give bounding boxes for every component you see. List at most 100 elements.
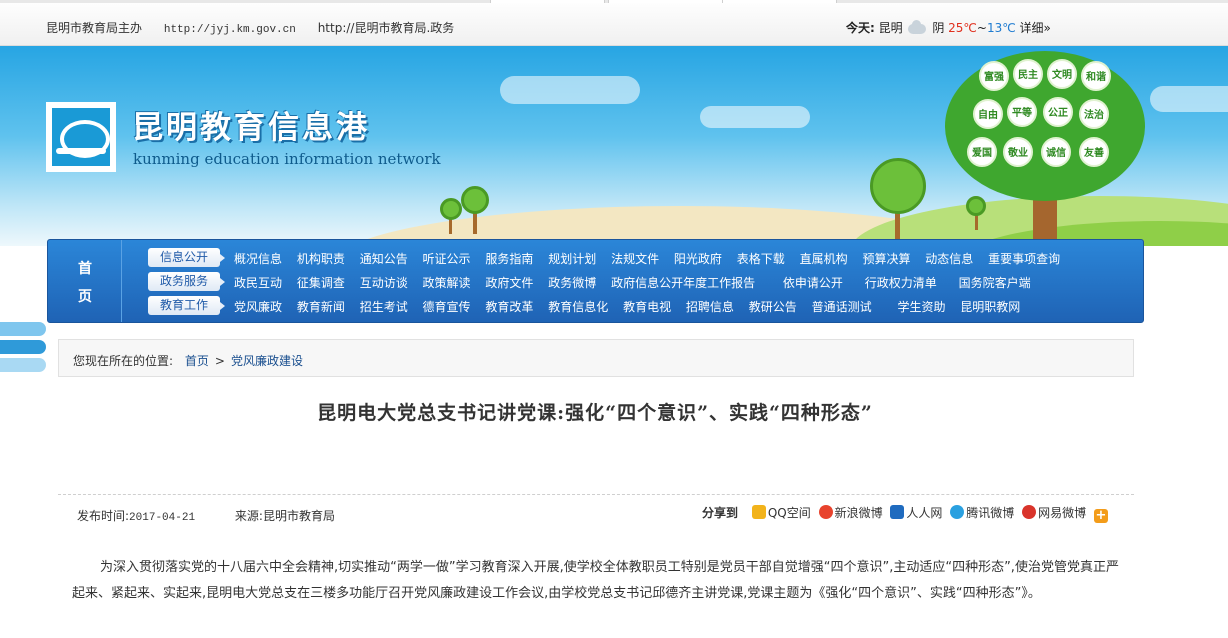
value-badge: 爱国 <box>967 137 997 167</box>
nav-link[interactable]: 阳光政府 <box>674 252 722 266</box>
nav-links: 概况信息 机构职责 通知公告 听证公示 服务指南 规划计划 法规文件 阳光政府 … <box>234 250 1071 267</box>
nav-link[interactable]: 预算决算 <box>862 252 910 266</box>
nav-link[interactable]: 听证公示 <box>423 252 471 266</box>
nav-category-service[interactable]: 政务服务 <box>148 272 225 291</box>
tencent-weibo-icon <box>950 505 965 519</box>
nav-links: 党风廉政 教育新闻 招生考试 德育宣传 教育改革 教育信息化 教育电视 招聘信息… <box>234 298 1031 315</box>
weibo-icon <box>818 505 833 519</box>
share-bar: 分享到 QQ空间 新浪微博 人人网 腾讯微博 网易微博 + <box>702 504 1110 523</box>
weather-widget: 今天: 昆明 阴 25℃~13℃ 详细» <box>846 19 1051 36</box>
value-badge: 法治 <box>1079 99 1109 129</box>
share-weibo-button[interactable]: 新浪微博 <box>818 505 883 520</box>
tab-segment <box>490 0 605 3</box>
date-label: 发布时间: <box>77 509 130 523</box>
value-badge: 公正 <box>1043 97 1073 127</box>
tab-segment <box>722 0 837 3</box>
nav-link[interactable]: 概况信息 <box>234 252 282 266</box>
share-tencent-weibo-button[interactable]: 腾讯微博 <box>950 505 1015 520</box>
nav-link[interactable]: 政务微博 <box>548 276 596 290</box>
article-title: 昆明电大党总支书记讲党课:强化“四个意识”、实践“四种形态” <box>317 402 873 424</box>
breadcrumb: 您现在所在的位置: 首页 > 党风廉政建设 <box>58 339 1134 377</box>
brand-title: 昆明教育信息港 <box>132 110 370 146</box>
tab-segment <box>608 0 723 3</box>
share-qzone-label: QQ空间 <box>767 506 811 520</box>
breadcrumb-arrow: > <box>214 354 225 368</box>
nav-link[interactable]: 教育电视 <box>623 300 671 314</box>
nav-link[interactable]: 教育新闻 <box>297 300 345 314</box>
share-qzone-button[interactable]: QQ空间 <box>751 505 811 520</box>
nav-link[interactable]: 直属机构 <box>800 252 848 266</box>
publish-date: 2017-04-21 <box>129 512 196 524</box>
nav-link[interactable]: 政府文件 <box>485 276 533 290</box>
nav-link[interactable]: 国务院客户端 <box>959 276 1031 290</box>
share-tencent-label: 腾讯微博 <box>966 506 1015 520</box>
nav-link[interactable]: 表格下载 <box>737 252 785 266</box>
nav-link[interactable]: 招聘信息 <box>686 300 734 314</box>
site-logo-icon[interactable] <box>46 102 116 172</box>
weather-condition: 阴 <box>932 21 945 35</box>
nav-link[interactable]: 德育宣传 <box>423 300 471 314</box>
nav-home-button[interactable]: 首 页 <box>48 240 122 322</box>
nav-link[interactable]: 教育改革 <box>485 300 533 314</box>
share-renren-label: 人人网 <box>906 506 943 520</box>
brand-subtitle: kunming education information network <box>133 150 441 168</box>
share-netease-weibo-button[interactable]: 网易微博 <box>1022 505 1087 520</box>
share-netease-label: 网易微博 <box>1038 506 1087 520</box>
value-badge: 诚信 <box>1041 137 1071 167</box>
temp-low: 13℃ <box>986 21 1016 35</box>
nav-link[interactable]: 互动访谈 <box>360 276 408 290</box>
nav-link[interactable]: 机构职责 <box>297 252 345 266</box>
value-badge: 敬业 <box>1003 137 1033 167</box>
cloud-decoration <box>500 76 640 104</box>
nav-link[interactable]: 重要事项查询 <box>988 252 1060 266</box>
share-renren-button[interactable]: 人人网 <box>890 505 943 520</box>
nav-link[interactable]: 征集调查 <box>297 276 345 290</box>
nav-link[interactable]: 党风廉政 <box>234 300 282 314</box>
nav-link[interactable]: 普通话测试 <box>812 300 872 314</box>
breadcrumb-prefix: 您现在所在的位置: <box>73 354 174 368</box>
value-badge: 平等 <box>1007 97 1037 127</box>
nav-link[interactable]: 政府信息公开年度工作报告 <box>611 276 755 290</box>
home-label-1: 首 <box>78 261 92 277</box>
article-body: 为深入贯彻落实党的十八届六中全会精神,切实推动“两学一做”学习教育深入开展,使学… <box>72 560 1119 601</box>
host-text: 昆明市教育局主办 <box>46 21 143 35</box>
weather-city: 昆明 <box>878 21 903 35</box>
temp-sep: ~ <box>976 21 987 35</box>
share-weibo-label: 新浪微博 <box>834 506 883 520</box>
nav-category-info[interactable]: 信息公开 <box>148 248 225 267</box>
breadcrumb-current-link[interactable]: 党风廉政建设 <box>231 354 303 368</box>
core-values-tree: 富强 民主 文明 和谐 自由 平等 公正 法治 爱国 敬业 诚信 友善 <box>945 51 1145 246</box>
article-source: 昆明市教育局 <box>262 509 335 523</box>
gov-domain-link[interactable]: http://昆明市教育局.政务 <box>318 21 455 35</box>
nav-link[interactable]: 教研公告 <box>749 300 797 314</box>
weather-label: 今天: <box>846 21 875 35</box>
value-badge: 富强 <box>979 61 1009 91</box>
nav-link[interactable]: 教育信息化 <box>548 300 608 314</box>
breadcrumb-home-link[interactable]: 首页 <box>185 354 209 368</box>
browser-tab-strip <box>0 0 1228 3</box>
nav-link[interactable]: 行政权力清单 <box>865 276 937 290</box>
nav-link[interactable]: 政策解读 <box>423 276 471 290</box>
nav-link[interactable]: 法规文件 <box>611 252 659 266</box>
nav-link[interactable]: 招生考试 <box>360 300 408 314</box>
nav-link[interactable]: 昆明职教网 <box>960 300 1020 314</box>
nav-link[interactable]: 动态信息 <box>925 252 973 266</box>
nav-link[interactable]: 学生资助 <box>897 300 945 314</box>
nav-link[interactable]: 规划计划 <box>548 252 596 266</box>
nav-link[interactable]: 依申请公开 <box>783 276 843 290</box>
weather-detail-link[interactable]: 详细» <box>1020 21 1051 35</box>
share-more-icon[interactable]: + <box>1093 509 1108 523</box>
divider <box>58 494 1134 495</box>
header-banner: 昆明教育信息港 kunming education information ne… <box>0 46 1228 246</box>
temp-high: 25℃ <box>948 21 977 35</box>
nav-link[interactable]: 通知公告 <box>360 252 408 266</box>
article-meta: 发布时间:2017-04-21 来源:昆明市教育局 <box>77 507 335 524</box>
nav-link[interactable]: 政民互动 <box>234 276 282 290</box>
swirl-decoration <box>0 300 46 400</box>
value-badge: 文明 <box>1047 59 1077 89</box>
site-url-link[interactable]: http://jyj.km.gov.cn <box>164 24 296 36</box>
nav-category-education[interactable]: 教育工作 <box>148 296 225 315</box>
cloud-decoration <box>700 106 810 128</box>
nav-link[interactable]: 服务指南 <box>485 252 533 266</box>
nav-links: 政民互动 征集调查 互动访谈 政策解读 政府文件 政务微博 政府信息公开年度工作… <box>234 274 1042 291</box>
